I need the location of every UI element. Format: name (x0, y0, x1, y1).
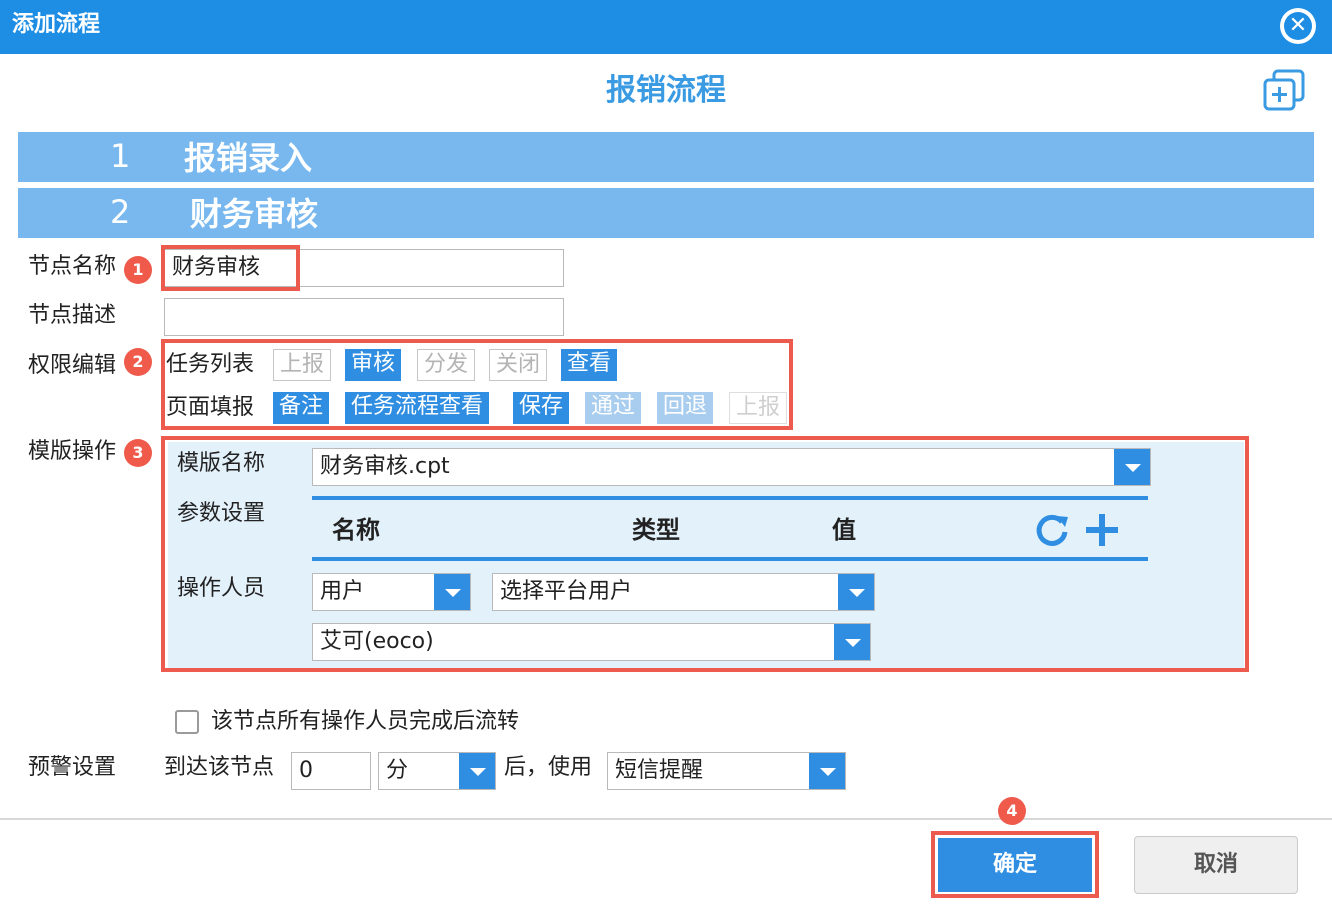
template-label: 模版操作 (28, 439, 117, 464)
footer-divider (0, 818, 1332, 820)
flow-title: 报销流程 (606, 73, 726, 108)
highlight-box-2 (161, 339, 793, 430)
callout-badge-4: 4 (998, 797, 1026, 825)
dialog-title: 添加流程 (12, 12, 101, 37)
close-icon: ✕ (1284, 12, 1312, 40)
node-name-label: 节点名称 (28, 254, 117, 279)
arrive-node-text: 到达该节点 (164, 755, 275, 780)
add-node-icon[interactable] (1262, 68, 1306, 112)
callout-badge-3: 3 (124, 439, 152, 467)
callout-badge-2: 2 (124, 348, 152, 376)
node-desc-label: 节点描述 (28, 303, 117, 328)
cancel-button[interactable]: 取消 (1134, 836, 1298, 894)
step-number: 2 (110, 193, 131, 231)
warning-method-select[interactable]: 短信提醒 (607, 752, 846, 790)
chevron-down-icon (809, 753, 845, 789)
highlight-box-3 (161, 436, 1249, 672)
node-desc-input[interactable] (164, 298, 564, 336)
step-name: 财务审核 (190, 195, 319, 233)
title-bar: 添加流程 ✕ (0, 0, 1332, 54)
after-use-text: 后，使用 (504, 755, 593, 780)
flow-after-all-label: 该节点所有操作人员完成后流转 (211, 709, 520, 734)
warning-unit-value: 分 (386, 758, 409, 783)
warning-label: 预警设置 (28, 755, 117, 780)
warning-unit-select[interactable]: 分 (378, 752, 496, 790)
step-name: 报销录入 (184, 139, 313, 177)
close-button[interactable]: ✕ (1280, 8, 1316, 44)
step-bar-2[interactable]: 2 财务审核 (18, 188, 1314, 238)
chevron-down-icon (459, 753, 495, 789)
flow-after-all-checkbox[interactable] (175, 710, 199, 734)
highlight-box-4 (931, 831, 1099, 898)
permission-label: 权限编辑 (28, 353, 117, 378)
step-number: 1 (110, 137, 131, 175)
warning-amount-input[interactable]: 0 (291, 752, 371, 790)
warning-method-value: 短信提醒 (615, 758, 704, 783)
callout-badge-1: 1 (124, 256, 152, 284)
step-bar-1[interactable]: 1 报销录入 (18, 132, 1314, 182)
highlight-box-1 (161, 245, 300, 291)
